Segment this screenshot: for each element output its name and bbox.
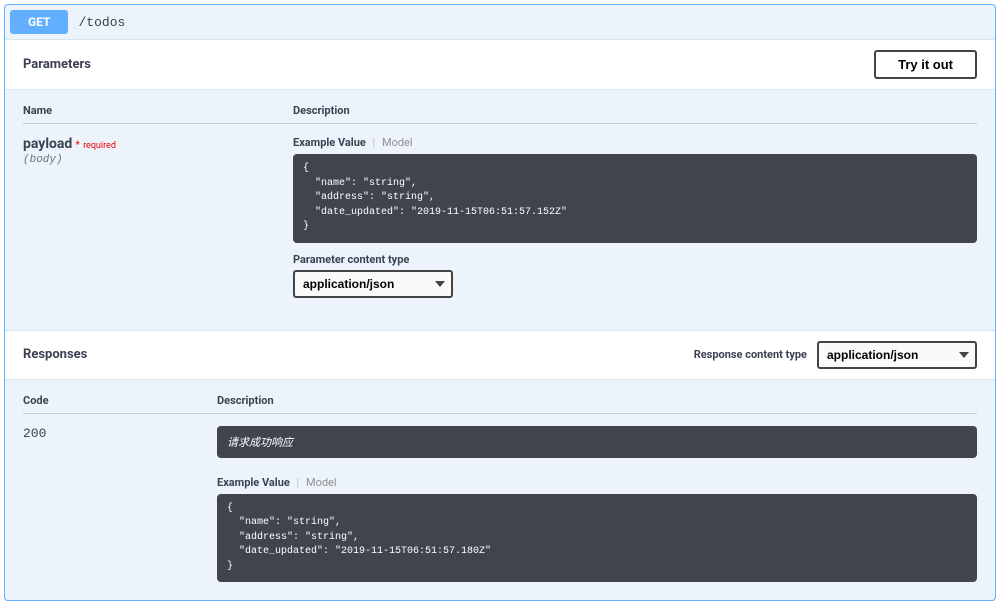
param-name: payload [23,136,72,152]
parameters-body: Name Description payload * required (bod… [5,90,995,330]
tab-model[interactable]: Model [306,476,337,489]
param-content-type-label: Parameter content type [293,253,977,266]
operation-panel: GET /todos Parameters Try it out Name De… [4,4,996,601]
tab-separator: | [373,136,376,149]
tab-example-value[interactable]: Example Value [217,476,290,489]
resp-col-header-desc: Description [217,394,977,407]
response-content-type-label: Response content type [694,348,807,361]
tab-model[interactable]: Model [382,136,413,149]
tab-example-value[interactable]: Example Value [293,136,366,149]
required-star: * [76,140,80,151]
param-example-body[interactable]: { "name": "string", "address": "string",… [293,154,977,243]
response-example-body[interactable]: { "name": "string", "address": "string",… [217,494,977,583]
response-code: 200 [23,426,217,583]
required-text: required [83,141,116,151]
try-it-out-button[interactable]: Try it out [874,50,977,79]
tab-separator: | [297,476,300,489]
response-content-type-select[interactable]: application/json [817,341,977,369]
responses-body: Code Description 200 请求成功响应 Example Valu… [5,380,995,601]
response-description: 请求成功响应 [217,426,977,458]
responses-bar: Responses Response content type applicat… [5,330,995,380]
param-content-type-select[interactable]: application/json [293,270,453,298]
resp-col-header-code: Code [23,394,217,407]
param-in: (body) [23,154,293,166]
operation-header[interactable]: GET /todos [5,5,995,39]
param-col-header-desc: Description [293,104,977,117]
responses-title: Responses [23,347,87,362]
endpoint-path: /todos [78,15,125,30]
table-row: 200 请求成功响应 Example Value | Model { "name… [23,414,977,583]
table-row: payload * required (body) Example Value … [23,124,977,298]
method-badge: GET [10,10,68,34]
parameters-bar: Parameters Try it out [5,39,995,90]
param-col-header-name: Name [23,104,293,117]
parameters-title: Parameters [23,57,91,72]
